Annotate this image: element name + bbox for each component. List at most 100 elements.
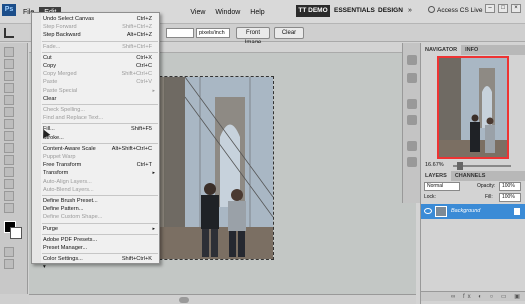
lasso-tool-icon[interactable] bbox=[4, 71, 14, 81]
edit-menu-item[interactable]: Paste Ctrl+V bbox=[32, 78, 159, 86]
tab-channels[interactable]: CHANNELS bbox=[451, 171, 490, 181]
menu-item-label: Copy bbox=[43, 63, 57, 69]
edit-menu-item[interactable]: ▾ bbox=[32, 263, 159, 271]
menu-item-shortcut: Shift+Ctrl+Z bbox=[122, 24, 152, 31]
hand-tool-icon[interactable] bbox=[4, 203, 14, 213]
horizontal-scrollbar[interactable] bbox=[29, 294, 416, 304]
workspace-essentials[interactable]: ESSENTIALS bbox=[334, 5, 375, 17]
cs-live-button[interactable]: Access CS Live bbox=[428, 5, 483, 17]
screen-mode-icon[interactable] bbox=[4, 259, 14, 269]
edit-menu-item[interactable]: Step Backward Alt+Ctrl+Z bbox=[32, 31, 159, 39]
edit-menu-item[interactable]: Content-Aware Scale Alt+Shift+Ctrl+C bbox=[32, 145, 159, 153]
clone-stamp-tool-icon[interactable] bbox=[4, 143, 14, 153]
edit-menu-item[interactable]: Adobe PDF Presets... bbox=[32, 236, 159, 244]
photoshop-logo: Ps bbox=[2, 4, 16, 16]
edit-menu-item[interactable]: Auto-Align Layers... bbox=[32, 178, 159, 186]
layer-name[interactable]: Background bbox=[451, 204, 480, 219]
scrollbar-thumb[interactable] bbox=[179, 297, 189, 303]
edit-menu-item[interactable]: Transform ▸ bbox=[32, 169, 159, 177]
tab-layers[interactable]: LAYERS bbox=[421, 171, 451, 181]
opacity-label: Opacity: bbox=[477, 183, 496, 189]
navigator-thumbnail[interactable] bbox=[437, 56, 509, 159]
pen-tool-icon[interactable] bbox=[4, 179, 14, 189]
quick-select-tool-icon[interactable] bbox=[4, 83, 14, 93]
menu-separator bbox=[42, 104, 158, 105]
edit-menu-item[interactable]: Free Transform Ctrl+T bbox=[32, 161, 159, 169]
opacity-field[interactable]: 100% bbox=[499, 182, 521, 191]
edit-menu-item[interactable]: Paste Special ▸ bbox=[32, 87, 159, 95]
window-controls: – □ × bbox=[485, 4, 521, 13]
menu-item-label: Define Pattern... bbox=[43, 206, 84, 213]
edit-menu-item[interactable]: Define Pattern... bbox=[32, 205, 159, 213]
resolution-unit-select[interactable]: pixels/inch bbox=[196, 28, 230, 38]
edit-menu-item[interactable]: Step Forward Shift+Ctrl+Z bbox=[32, 23, 159, 31]
character-panel-icon[interactable] bbox=[407, 141, 417, 151]
gradient-tool-icon[interactable] bbox=[4, 167, 14, 177]
right-panels: NAVIGATOR INFO 16.67% LAYERS CHANNELS No… bbox=[420, 43, 525, 304]
edit-menu-item[interactable]: Clear bbox=[32, 95, 159, 103]
edit-menu-item[interactable]: Fill... Shift+F5 bbox=[32, 125, 159, 133]
edit-menu-item[interactable]: Color Settings... Shift+Ctrl+K bbox=[32, 255, 159, 263]
actions-panel-icon[interactable] bbox=[407, 73, 417, 83]
zoom-level[interactable]: 16.67% bbox=[425, 162, 444, 168]
menu-item-label: Define Brush Preset... bbox=[43, 198, 98, 204]
move-tool-icon[interactable] bbox=[4, 47, 14, 57]
eraser-tool-icon[interactable] bbox=[4, 155, 14, 165]
menu-help[interactable]: Help bbox=[245, 7, 269, 19]
crop-tool-icon[interactable] bbox=[4, 95, 14, 105]
maximize-icon[interactable]: □ bbox=[498, 4, 508, 13]
edit-menu-item[interactable]: Preset Manager... bbox=[32, 244, 159, 252]
fill-field[interactable]: 100% bbox=[499, 193, 521, 202]
resolution-field[interactable] bbox=[166, 28, 194, 38]
workspace-tt-demo[interactable]: TT DEMO bbox=[296, 5, 330, 17]
type-tool-icon[interactable] bbox=[4, 191, 14, 201]
menu-view[interactable]: View bbox=[185, 7, 210, 19]
workspace-more-button[interactable]: » bbox=[408, 5, 412, 17]
menu-item-label: Transform bbox=[43, 170, 69, 177]
adjustments-panel-icon[interactable] bbox=[407, 99, 417, 109]
menu-item-shortcut: Shift+Ctrl+F bbox=[122, 43, 152, 50]
edit-menu-item[interactable]: Define Brush Preset... bbox=[32, 197, 159, 205]
crop-tool-icon[interactable] bbox=[4, 28, 14, 38]
visibility-eye-icon[interactable] bbox=[424, 208, 432, 214]
brush-tool-icon[interactable] bbox=[4, 131, 14, 141]
edit-menu-item[interactable]: Cut Ctrl+X bbox=[32, 54, 159, 62]
close-icon[interactable]: × bbox=[511, 4, 521, 13]
healing-brush-tool-icon[interactable] bbox=[4, 119, 14, 129]
tab-info[interactable]: INFO bbox=[461, 45, 482, 55]
front-image-button[interactable]: Front Image bbox=[236, 27, 270, 46]
layer-row-background[interactable]: Background bbox=[421, 204, 525, 219]
tools-panel bbox=[0, 43, 28, 295]
eyedropper-tool-icon[interactable] bbox=[4, 107, 14, 117]
zoom-slider-handle[interactable] bbox=[457, 162, 463, 170]
edit-menu-item[interactable]: Copy Ctrl+C bbox=[32, 62, 159, 70]
edit-menu-item[interactable]: Copy Merged Shift+Ctrl+C bbox=[32, 70, 159, 78]
menu-item-label: Adobe PDF Presets... bbox=[43, 236, 98, 243]
quick-mask-icon[interactable] bbox=[4, 247, 14, 257]
history-panel-icon[interactable] bbox=[407, 55, 417, 65]
edit-menu-item[interactable]: Define Custom Shape... bbox=[32, 213, 159, 221]
masks-panel-icon[interactable] bbox=[407, 115, 417, 125]
paragraph-panel-icon[interactable] bbox=[407, 157, 417, 167]
menu-window[interactable]: Window bbox=[210, 7, 245, 19]
menu-item-shortcut: Ctrl+T bbox=[136, 162, 152, 169]
background-color-swatch[interactable] bbox=[10, 227, 22, 239]
edit-menu-item[interactable]: Check Spelling... bbox=[32, 106, 159, 114]
clear-button[interactable]: Clear bbox=[274, 27, 304, 39]
workspace-design[interactable]: DESIGN bbox=[378, 5, 403, 17]
menu-item-label: Undo Select Canvas bbox=[43, 16, 94, 22]
minimize-icon[interactable]: – bbox=[485, 4, 495, 13]
edit-menu-item[interactable]: Auto-Blend Layers... bbox=[32, 186, 159, 194]
edit-menu-item[interactable]: Fade... Shift+Ctrl+F bbox=[32, 43, 159, 51]
edit-menu-item[interactable]: Undo Select Canvas Ctrl+Z bbox=[32, 15, 159, 23]
edit-menu-item[interactable]: Puppet Warp bbox=[32, 153, 159, 161]
menu-item-label: Define Custom Shape... bbox=[43, 214, 103, 221]
menu-item-label: Color Settings... bbox=[43, 256, 83, 263]
blend-mode-select[interactable]: Normal bbox=[424, 182, 460, 191]
edit-menu-item[interactable]: Stroke... bbox=[32, 134, 159, 142]
edit-menu-item[interactable]: Find and Replace Text... bbox=[32, 114, 159, 122]
edit-menu-item[interactable]: Purge ▸ bbox=[32, 225, 159, 233]
menu-item-shortcut: Ctrl+Z bbox=[136, 16, 152, 22]
marquee-tool-icon[interactable] bbox=[4, 59, 14, 69]
tab-navigator[interactable]: NAVIGATOR bbox=[421, 45, 462, 55]
